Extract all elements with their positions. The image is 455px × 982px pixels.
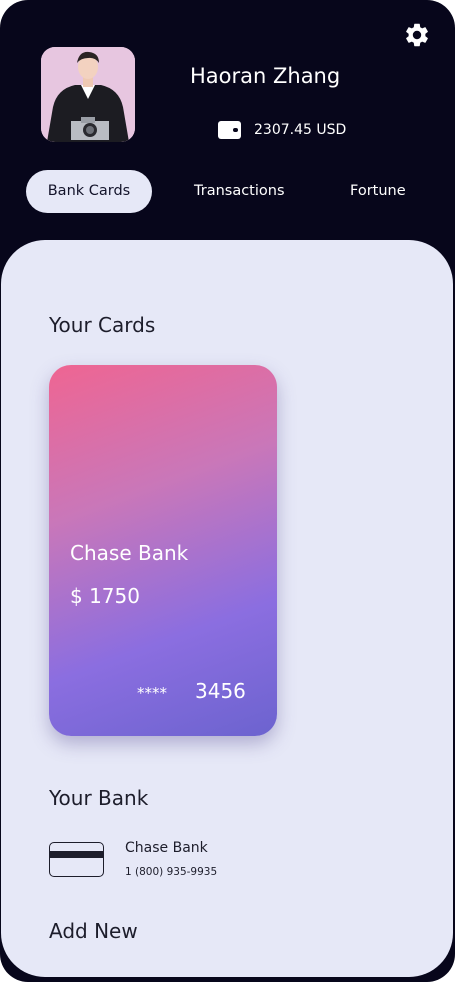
bank-name[interactable]: Chase Bank [125,840,208,856]
bank-phone: 1 (800) 935-9935 [125,866,218,878]
balance-amount: 2307.45 USD [254,122,347,138]
bank-card[interactable]: Chase Bank $ 1750 **** 3456 [49,365,277,736]
balance-row: 2307.45 USD [218,121,346,139]
card-number-mask: **** [137,684,167,702]
credit-card-icon [49,842,104,877]
card-stripe [50,851,103,858]
app-screen: Haoran Zhang 2307.45 USD Bank Cards Tran… [0,0,455,982]
gear-icon[interactable] [403,21,431,49]
profile-header: Haoran Zhang 2307.45 USD Bank Cards Tran… [0,0,455,240]
card-amount: $ 1750 [70,584,140,608]
your-cards-heading: Your Cards [49,313,156,337]
tab-transactions[interactable]: Transactions [194,170,285,213]
tab-fortune[interactable]: Fortune [350,170,406,213]
card-last-four: 3456 [195,679,246,703]
user-name: Haoran Zhang [190,64,341,88]
avatar[interactable] [41,47,135,142]
tab-bank-cards[interactable]: Bank Cards [26,170,152,213]
avatar-illustration [41,47,135,142]
your-bank-heading: Your Bank [49,786,149,810]
card-bank-name: Chase Bank [70,541,189,565]
add-new-button[interactable]: Add New [49,919,138,943]
wallet-icon [218,121,241,139]
